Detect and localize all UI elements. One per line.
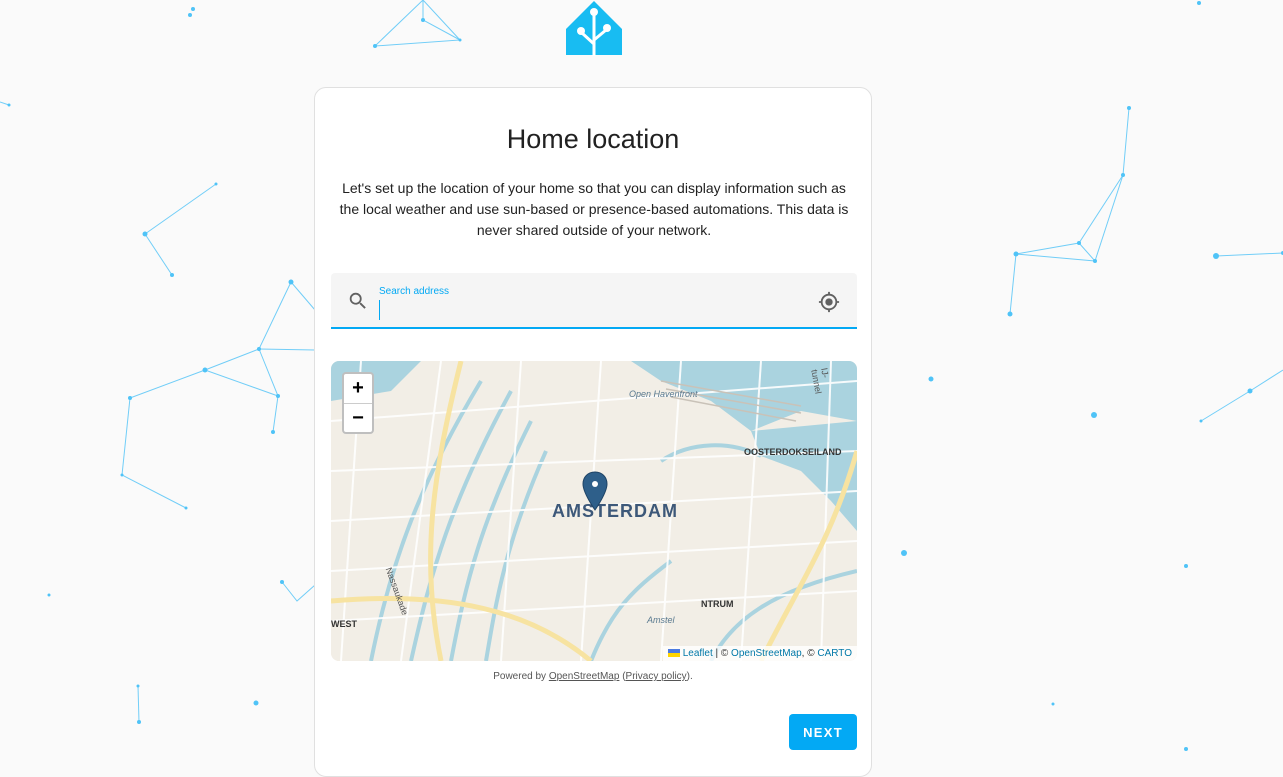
attribution-separator: | © — [712, 648, 732, 659]
onboarding-card: Home location Let's set up the location … — [314, 87, 872, 777]
location-map[interactable]: Open Havenfront OOSTERDOKSEILAND Nassauk… — [331, 361, 857, 661]
location-marker-icon[interactable] — [582, 471, 608, 511]
next-button[interactable]: NEXT — [789, 714, 857, 750]
attribution-carto-link[interactable]: CARTO — [817, 648, 852, 659]
search-address-input[interactable] — [379, 300, 800, 320]
privacy-policy-link[interactable]: Privacy policy — [626, 671, 687, 682]
page-description: Let's set up the location of your home s… — [339, 180, 849, 238]
map-label-amstel: Amstel — [647, 615, 675, 625]
leaflet-link[interactable]: Leaflet — [683, 648, 713, 659]
zoom-out-button[interactable]: − — [344, 403, 372, 432]
map-attribution: Leaflet | © OpenStreetMap, © CARTO — [662, 646, 857, 661]
attribution-osm-link[interactable]: OpenStreetMap — [731, 648, 802, 659]
map-label-centrum: NTRUM — [701, 599, 734, 609]
powered-osm-link[interactable]: OpenStreetMap — [549, 671, 620, 682]
search-address-field[interactable]: Search address — [331, 273, 857, 329]
map-label-west: WEST — [331, 619, 357, 629]
ukraine-flag-icon — [667, 649, 680, 658]
home-assistant-logo-icon — [566, 1, 622, 56]
map-city-label: AMSTERDAM — [552, 501, 678, 521]
zoom-control: + − — [342, 372, 374, 434]
powered-prefix: Powered by — [493, 671, 549, 682]
attribution-comma: , © — [801, 648, 818, 659]
crosshairs-gps-icon[interactable] — [818, 291, 840, 313]
zoom-in-button[interactable]: + — [344, 374, 372, 403]
page-title: Home location — [506, 124, 680, 154]
powered-paren-close: ). — [686, 671, 693, 682]
map-label-open-havenfront: Open Havenfront — [629, 389, 698, 399]
search-address-label: Search address — [379, 286, 450, 297]
map-label-oosterdokseiland: OOSTERDOKSEILAND — [744, 447, 842, 457]
powered-by-text: Powered by OpenStreetMap (Privacy policy… — [315, 671, 871, 682]
search-icon — [349, 292, 366, 309]
